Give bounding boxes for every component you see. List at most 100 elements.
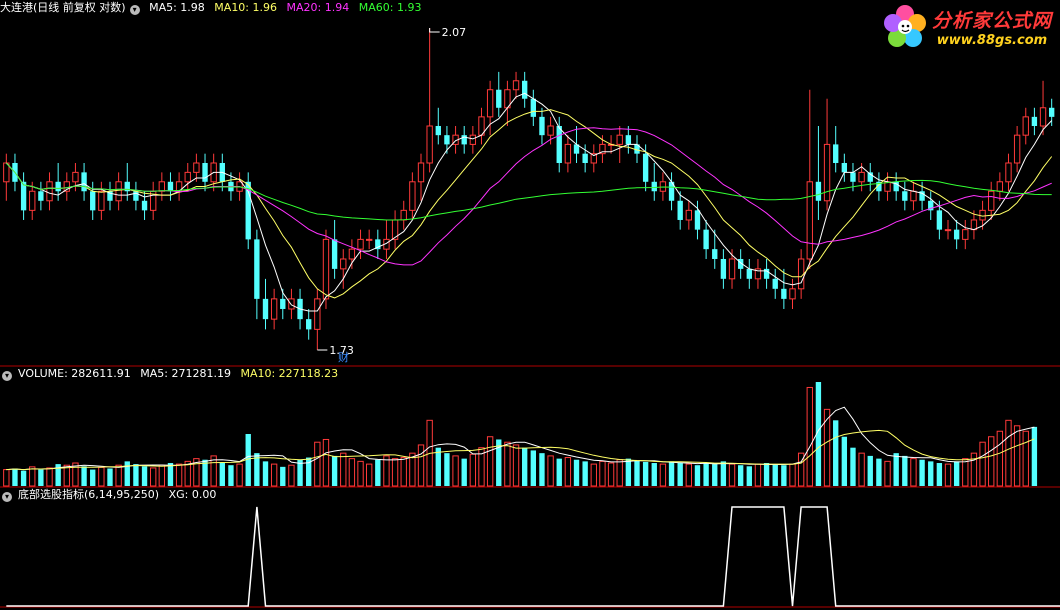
volume-bar [150,467,157,487]
volume-bar [694,465,701,486]
volume-bar [850,447,856,486]
volume-bar [444,453,450,486]
volume-bar [712,464,718,486]
candle-body [306,319,312,330]
logo-url: www.88gs.com [936,33,1048,48]
volume-bar [893,453,899,486]
volume-bar [365,463,373,487]
stock-title: 大连港(日线 前复权 对数) [0,1,126,14]
volume-bar [772,464,778,486]
candle-body [357,238,364,250]
volume-bar [435,447,441,486]
ma20-line [5,127,1052,266]
volume-bar [331,455,338,486]
volume-bar [970,452,978,487]
candle-body [496,89,502,108]
candle-body [910,190,917,202]
volume-bar [530,450,536,486]
volume-bar [141,466,148,486]
volume-bar [357,460,364,487]
ma5-label: MA5: 1.98 [149,1,205,14]
volume-bar [469,453,477,487]
volume-bar [375,459,381,486]
volume-bar [841,436,848,486]
candle-body [1039,107,1047,127]
candle-body [944,229,952,232]
candle-body [625,135,632,145]
main-panel-header: 大连港(日线 前复权 对数) ▾ MA5: 1.98 MA10: 1.96 MA2… [0,1,427,15]
volume-bar [270,463,278,487]
volume-bar [461,458,467,486]
volume-bar [919,459,925,486]
candle-body [1013,134,1021,164]
volume-bar [944,463,952,487]
volume-bar [616,459,623,487]
logo-title: 分析家公式网 [931,10,1052,32]
volume-bar [1031,426,1038,486]
indicator-panel-header: ▾ 底部选股指标(6,14,95,250) XG: 0.00 [0,488,222,502]
volume-bar [124,461,130,486]
candle-body [936,210,943,230]
cai-marker[interactable]: 财 [338,349,349,365]
volume-bar [902,455,908,486]
candle-body [720,258,727,279]
volume-bar [236,463,243,487]
volume-bar [720,461,727,486]
candle-body [1031,116,1038,126]
candle-body [962,229,969,240]
chevron-down-icon[interactable]: ▾ [129,5,140,15]
candle-body [988,190,995,211]
volume-bar [3,469,10,487]
candle-body [38,191,44,201]
xg-signal-line [6,506,1060,607]
candle-body [642,153,649,182]
volume-bar [642,461,649,486]
volume-bar [262,461,269,486]
volume-bar [20,470,27,486]
volume-bar [547,455,554,487]
volume-bar [625,458,632,486]
volume-bar [953,461,960,486]
ma60-label: MA60: 1.93 [358,1,422,14]
candle-body [841,162,848,173]
candle-body [677,200,683,220]
volume-bar [38,469,44,486]
candle-body [435,125,441,136]
chevron-down-icon[interactable]: ▾ [2,492,12,502]
candle-body [772,278,778,289]
volume-bar [659,463,667,487]
volume-bar [590,463,597,487]
candle-body [685,209,693,221]
candle-body [280,298,286,309]
candle-body [850,172,856,182]
volume-bar [522,447,528,486]
candle-body [469,134,477,145]
candle-body [400,209,407,221]
candle-body [833,144,839,163]
candle-body [728,258,736,280]
candle-body [262,298,269,320]
candle-body [522,80,528,99]
volume-bar [962,458,969,487]
volume-ma5-label: MA5: 271281.19 [140,367,231,380]
candle-body [270,298,278,320]
volume-label: VOLUME: 282611.91 [18,367,131,380]
volume-bar [1013,425,1021,487]
volume-bar [867,455,873,486]
volume-bar [1005,419,1012,487]
candle-body [322,238,330,300]
ma10-line [5,109,1053,299]
volume-bar [1022,430,1029,487]
candle-body [1005,162,1012,183]
volume-bar [634,460,640,486]
volume-bar [452,455,459,487]
candle-body [288,298,295,310]
high-marker-arrow [429,28,440,33]
candle-body [746,268,752,279]
volume-bar [651,463,657,486]
chevron-down-icon[interactable]: ▾ [2,371,12,381]
stock-chart: 2.071.73 [0,26,1060,608]
volume-bar [789,463,796,487]
site-logo: 分析家公式网 www.88gs.com [882,4,1052,50]
volume-bar [228,465,234,486]
